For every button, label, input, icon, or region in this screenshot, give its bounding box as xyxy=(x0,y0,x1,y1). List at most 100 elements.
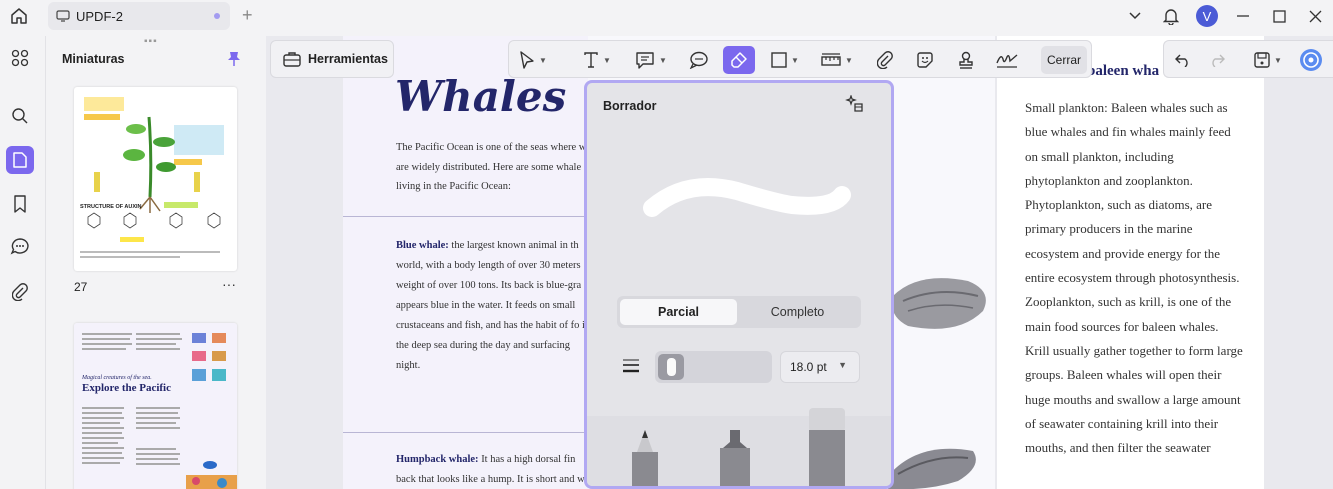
mode-partial-button[interactable]: Parcial xyxy=(620,299,737,325)
divider xyxy=(343,216,588,217)
save-button[interactable]: ▼ xyxy=(1248,46,1288,74)
sticker-icon xyxy=(917,52,933,68)
divider xyxy=(343,432,588,433)
blue-whale-paragraph: Blue whale: the largest known animal in … xyxy=(396,236,591,376)
eraser-size-select[interactable]: 18.0 pt ▼ xyxy=(780,351,860,383)
page-thumbnail-27[interactable]: STRUCTURE OF AUXIN xyxy=(74,87,237,271)
humpback-label: Humpback whale: xyxy=(396,454,479,465)
bell-icon[interactable] xyxy=(1153,0,1189,32)
document-icon xyxy=(56,10,70,22)
thumb2-subtitle: Magical creatures of the sea. xyxy=(81,374,152,381)
humpback-illustration xyxy=(888,448,976,489)
note-tool[interactable]: ▼ xyxy=(635,46,667,74)
bookmarks-button[interactable] xyxy=(6,190,34,218)
signature-tool[interactable] xyxy=(995,46,1019,74)
signature-icon xyxy=(996,54,1018,68)
sticker-tool[interactable] xyxy=(916,46,934,74)
grid-icon xyxy=(11,49,29,67)
eraser-panel: Borrador Parcial Completo 18.0 pt ▼ xyxy=(584,80,894,489)
rectangle-icon xyxy=(771,52,787,68)
blue-whale-label: Blue whale: xyxy=(396,240,449,251)
close-toolbar-button[interactable]: Cerrar xyxy=(1041,46,1087,74)
page-more-button[interactable]: ··· xyxy=(222,276,236,292)
block-eraser-option[interactable] xyxy=(805,404,849,489)
eraser-tool[interactable] xyxy=(723,46,755,74)
mode-complete-button[interactable]: Completo xyxy=(739,299,856,325)
explore-pacific-page-image: Magical creatures of the sea. Explore th… xyxy=(74,323,237,489)
toolbox-icon xyxy=(283,52,301,67)
eraser-size-slider[interactable] xyxy=(655,351,772,383)
attachments-button[interactable] xyxy=(6,278,34,306)
eraser-settings-icon xyxy=(845,94,863,112)
eraser-settings-button[interactable] xyxy=(845,94,865,118)
pencil-eraser-option[interactable] xyxy=(627,428,663,489)
tab-title: UPDF-2 xyxy=(76,8,123,24)
intro-paragraph: The Pacific Ocean is one of the seas whe… xyxy=(396,142,587,192)
panel-title: Miniaturas xyxy=(62,52,125,66)
page-number: 27 xyxy=(74,280,88,294)
document-tab[interactable]: UPDF-2 xyxy=(48,2,230,30)
avatar: V xyxy=(1196,5,1218,27)
thumb2-title: Explore the Pacific xyxy=(82,382,171,394)
line-width-icon xyxy=(623,359,639,373)
thumb1-heading: STRUCTURE OF AUXIN xyxy=(80,204,142,210)
save-icon xyxy=(1254,52,1270,68)
left-icon-rail xyxy=(0,32,40,489)
humpback-paragraph: Humpback whale: It has a high dorsal fin… xyxy=(396,450,591,489)
pen-tray xyxy=(587,408,891,489)
right-body-text: Small plankton: Baleen whales such as bl… xyxy=(1025,100,1243,456)
plant-diagram-image: STRUCTURE OF AUXIN xyxy=(80,97,224,258)
ai-assistant-icon xyxy=(1300,49,1322,71)
paperclip-icon xyxy=(877,51,893,69)
slider-handle[interactable] xyxy=(658,354,684,380)
section-heading: baleen wha xyxy=(1087,63,1160,79)
title-bar: UPDF-2 + V xyxy=(0,0,1333,32)
bookmark-icon xyxy=(14,195,26,213)
undo-button[interactable] xyxy=(1172,46,1194,74)
chevron-down-icon: ▼ xyxy=(838,360,847,370)
user-avatar-button[interactable]: V xyxy=(1189,0,1225,32)
home-icon xyxy=(11,8,27,24)
select-tool[interactable]: ▼ xyxy=(519,46,547,74)
page-left: Whales The Pacific Ocean is one of the s… xyxy=(343,36,591,489)
cursor-icon xyxy=(520,51,534,69)
stamp-tool[interactable] xyxy=(957,46,975,74)
minimize-button[interactable] xyxy=(1225,0,1261,32)
thumbnails-button[interactable] xyxy=(6,146,34,174)
text-icon xyxy=(584,52,598,68)
ai-assistant-button[interactable] xyxy=(1296,46,1326,74)
unsaved-dot xyxy=(214,13,220,19)
stroke-preview xyxy=(643,178,851,217)
comments-button[interactable] xyxy=(6,232,34,260)
marker-eraser-option[interactable] xyxy=(715,428,755,489)
ruler-icon xyxy=(821,53,841,66)
undo-icon xyxy=(1175,54,1188,67)
comment-icon xyxy=(10,238,29,255)
stamp-icon xyxy=(959,51,973,69)
new-tab-button[interactable]: + xyxy=(242,5,253,26)
page-icon xyxy=(13,152,27,168)
annotation-toolbar: ▼ ▼ ▼ ▼ ▼ Cerrar xyxy=(508,40,1092,78)
shape-tool[interactable]: ▼ xyxy=(771,46,799,74)
maximize-button[interactable] xyxy=(1261,0,1297,32)
eraser-size-value: 18.0 pt xyxy=(790,360,827,374)
chevron-down-icon[interactable] xyxy=(1117,0,1153,32)
measure-tool[interactable]: ▼ xyxy=(821,46,853,74)
apps-button[interactable] xyxy=(6,44,34,72)
attach-tool[interactable] xyxy=(877,46,893,74)
paperclip-icon xyxy=(12,283,28,301)
close-window-button[interactable] xyxy=(1297,0,1333,32)
history-toolbar: ▼ xyxy=(1163,40,1333,78)
drag-handle[interactable]: ▪▪▪ xyxy=(144,36,158,47)
search-button[interactable] xyxy=(6,102,34,130)
tools-button[interactable]: Herramientas xyxy=(270,40,394,78)
comment-tool[interactable] xyxy=(689,46,709,74)
home-button[interactable] xyxy=(8,5,30,27)
redo-button[interactable] xyxy=(1206,46,1228,74)
eraser-icon xyxy=(731,52,747,68)
text-tool[interactable]: ▼ xyxy=(583,46,611,74)
eraser-mode-toggle: Parcial Completo xyxy=(617,296,861,328)
pin-button[interactable] xyxy=(227,51,241,72)
eraser-panel-title: Borrador xyxy=(603,99,657,113)
page-thumbnail-28[interactable]: Magical creatures of the sea. Explore th… xyxy=(74,323,237,489)
